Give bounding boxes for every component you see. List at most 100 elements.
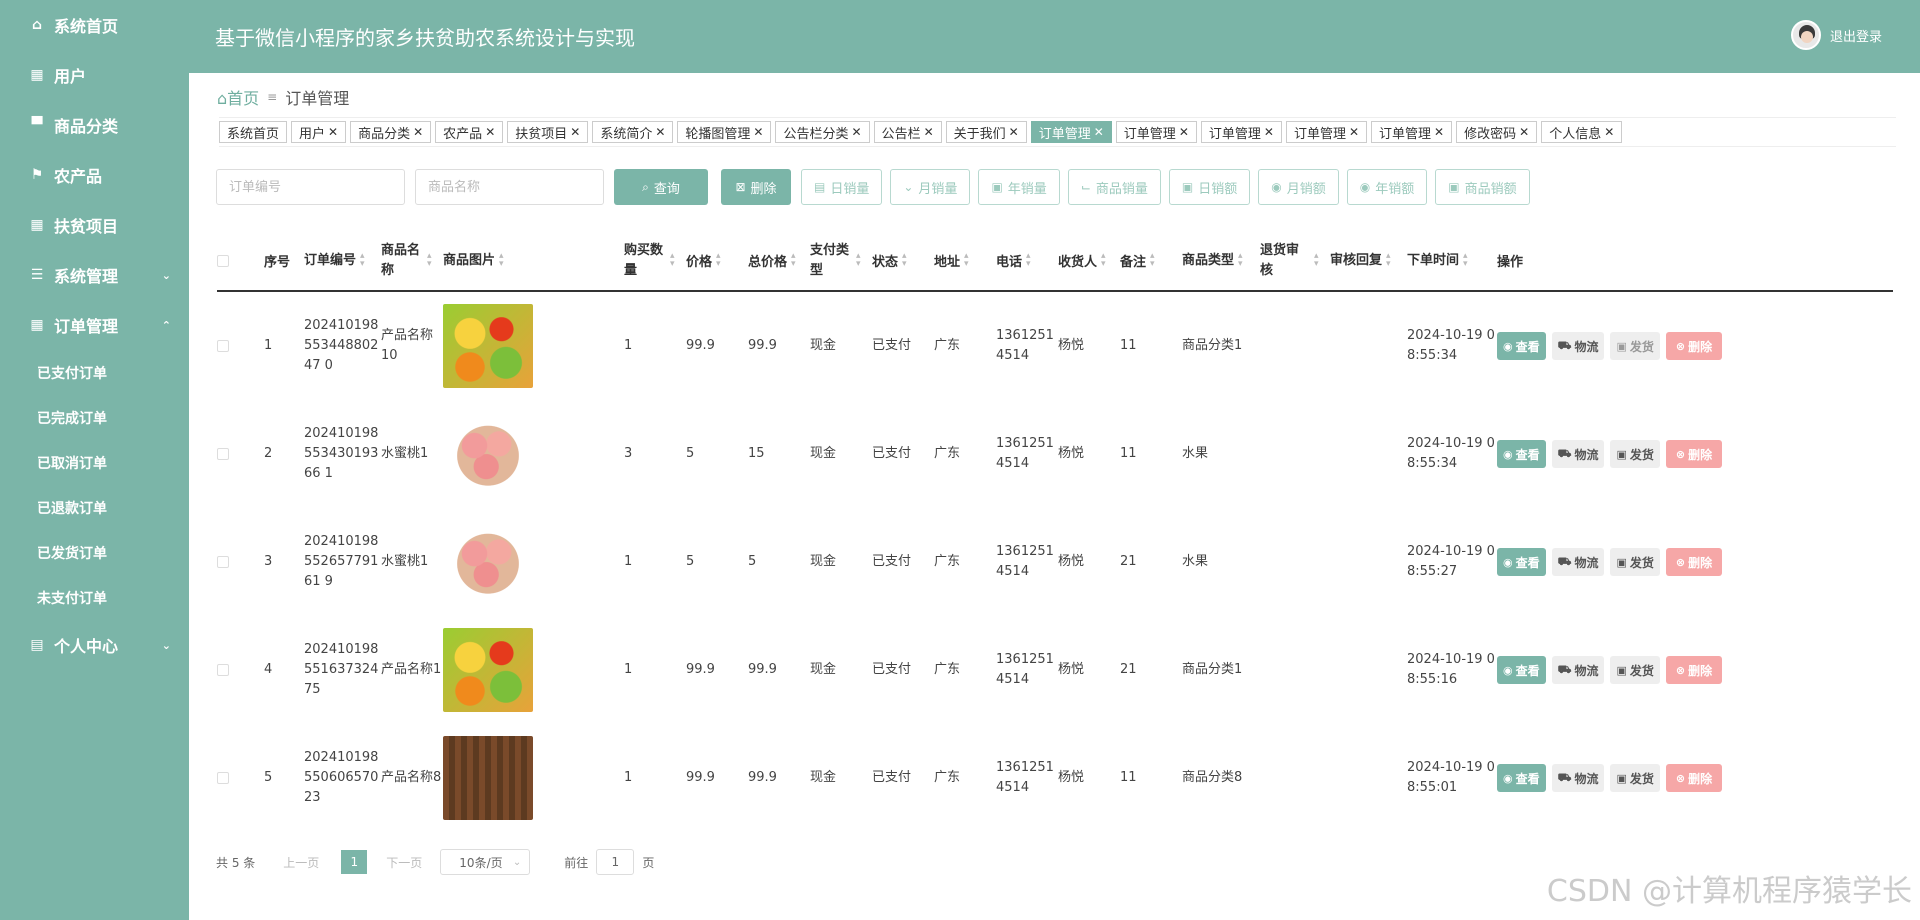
- tag-15[interactable]: 修改密码 ✕: [1456, 121, 1538, 143]
- logistics-button[interactable]: ⛟ 物流: [1551, 764, 1605, 792]
- tag-7[interactable]: 公告栏分类 ✕: [775, 121, 870, 143]
- tag-2[interactable]: 商品分类 ✕: [350, 121, 432, 143]
- close-icon[interactable]: ✕: [1264, 125, 1274, 139]
- tag-3[interactable]: 农产品 ✕: [435, 121, 504, 143]
- view-button[interactable]: ◉ 查看: [1497, 332, 1546, 360]
- select-all-checkbox[interactable]: [217, 254, 264, 267]
- col-header-8[interactable]: 状态 ▴ ▾: [872, 251, 934, 270]
- row-checkbox[interactable]: [217, 556, 264, 568]
- tag-0[interactable]: 系统首页: [219, 121, 288, 143]
- tag-6[interactable]: 轮播图管理 ✕: [677, 121, 772, 143]
- close-icon[interactable]: ✕: [1434, 125, 1444, 139]
- batch-delete-button[interactable]: ⊠ 删除: [721, 169, 791, 205]
- product-name-input[interactable]: [415, 169, 604, 205]
- sort-icon[interactable]: ▴ ▾: [1101, 252, 1106, 268]
- delete-button[interactable]: ⊗ 删除: [1665, 764, 1723, 792]
- user-area[interactable]: 退出登录: [1790, 20, 1882, 50]
- sort-icon[interactable]: ▴ ▾: [670, 252, 675, 268]
- sidebar-subitem-2[interactable]: 已取消订单: [0, 440, 189, 485]
- page-size-select[interactable]: 10条/页 ⌄: [440, 849, 531, 875]
- close-icon[interactable]: ✕: [570, 125, 580, 139]
- col-header-6[interactable]: 总价格 ▴ ▾: [748, 251, 810, 270]
- close-icon[interactable]: ✕: [753, 125, 763, 139]
- tag-11[interactable]: 订单管理 ✕: [1115, 121, 1197, 143]
- delete-button[interactable]: ⊗ 删除: [1665, 656, 1723, 684]
- col-header-7[interactable]: 支付类型 ▴ ▾: [810, 241, 872, 281]
- logistics-button[interactable]: ⛟ 物流: [1551, 548, 1605, 576]
- sort-icon[interactable]: ▴ ▾: [1386, 252, 1391, 268]
- sidebar-subitem-1[interactable]: 已完成订单: [0, 395, 189, 440]
- logistics-button[interactable]: ⛟ 物流: [1551, 332, 1605, 360]
- sort-icon[interactable]: ▴ ▾: [1238, 252, 1243, 268]
- order-no-input[interactable]: [216, 169, 405, 205]
- tag-1[interactable]: 用户 ✕: [291, 121, 347, 143]
- tag-8[interactable]: 公告栏 ✕: [873, 121, 942, 143]
- sidebar-item-5[interactable]: ☰ 系统管理 ⌄: [0, 250, 189, 300]
- sidebar-subitem-0[interactable]: 已支付订单: [0, 350, 189, 395]
- stat-button-6[interactable]: ◉ 年销额: [1346, 169, 1428, 205]
- sort-icon[interactable]: ▴ ▾: [1150, 252, 1155, 268]
- ship-button[interactable]: ▣ 发货: [1610, 548, 1660, 576]
- sidebar-item-2[interactable]: ▀ 商品分类: [0, 100, 189, 150]
- col-header-10[interactable]: 电话 ▴ ▾: [996, 251, 1058, 270]
- breadcrumb-home[interactable]: ⌂首页: [217, 85, 259, 109]
- col-header-13[interactable]: 商品类型 ▴ ▾: [1182, 251, 1260, 271]
- view-button[interactable]: ◉ 查看: [1497, 548, 1546, 576]
- close-icon[interactable]: ✕: [1604, 125, 1614, 139]
- col-header-2[interactable]: 商品名称 ▴ ▾: [381, 241, 443, 281]
- stat-button-7[interactable]: ▣ 商品销额: [1435, 169, 1530, 205]
- ship-button[interactable]: ▣ 发货: [1610, 332, 1660, 360]
- ship-button[interactable]: ▣ 发货: [1610, 764, 1660, 792]
- logistics-button[interactable]: ⛟ 物流: [1551, 656, 1605, 684]
- close-icon[interactable]: ✕: [413, 125, 423, 139]
- avatar[interactable]: [1790, 20, 1821, 50]
- close-icon[interactable]: ✕: [485, 125, 495, 139]
- close-icon[interactable]: ✕: [655, 125, 665, 139]
- delete-button[interactable]: ⊗ 删除: [1665, 332, 1723, 360]
- tag-12[interactable]: 订单管理 ✕: [1200, 121, 1282, 143]
- sort-icon[interactable]: ▴ ▾: [499, 252, 504, 268]
- ship-button[interactable]: ▣ 发货: [1610, 656, 1660, 684]
- view-button[interactable]: ◉ 查看: [1497, 656, 1546, 684]
- tag-9[interactable]: 关于我们 ✕: [945, 121, 1027, 143]
- row-checkbox[interactable]: [217, 664, 264, 676]
- query-button[interactable]: ⌕ 查询: [614, 169, 708, 205]
- ship-button[interactable]: ▣ 发货: [1610, 440, 1660, 468]
- sort-icon[interactable]: ▴ ▾: [1463, 252, 1468, 268]
- close-icon[interactable]: ✕: [1009, 125, 1019, 139]
- view-button[interactable]: ◉ 查看: [1497, 764, 1546, 792]
- delete-button[interactable]: ⊗ 删除: [1665, 548, 1723, 576]
- tag-10[interactable]: 订单管理 ✕: [1030, 121, 1112, 143]
- logout-link[interactable]: 退出登录: [1830, 26, 1882, 45]
- tag-4[interactable]: 扶贫项目 ✕: [507, 121, 589, 143]
- row-checkbox[interactable]: [217, 340, 264, 352]
- pager-page[interactable]: 1: [341, 850, 368, 874]
- col-header-3[interactable]: 商品图片 ▴ ▾: [443, 251, 624, 271]
- stat-button-2[interactable]: ▣ 年销量: [978, 169, 1060, 205]
- pager-next[interactable]: 下一页: [386, 854, 422, 871]
- row-checkbox[interactable]: [217, 772, 264, 784]
- close-icon[interactable]: ✕: [1179, 125, 1189, 139]
- sort-icon[interactable]: ▴ ▾: [856, 252, 861, 268]
- sidebar-subitem-4[interactable]: 已发货订单: [0, 530, 189, 575]
- sidebar-item-7[interactable]: ▤ 个人中心 ⌄: [0, 620, 189, 670]
- stat-button-3[interactable]: ⌙ 商品销量: [1067, 169, 1161, 205]
- sort-icon[interactable]: ▴ ▾: [964, 252, 969, 268]
- row-checkbox[interactable]: [217, 448, 264, 460]
- sidebar-subitem-5[interactable]: 未支付订单: [0, 575, 189, 620]
- close-icon[interactable]: ✕: [852, 125, 862, 139]
- sort-icon[interactable]: ▴ ▾: [427, 252, 432, 268]
- stat-button-0[interactable]: ▤ 日销量: [801, 169, 883, 205]
- close-icon[interactable]: ✕: [1519, 125, 1529, 139]
- col-header-5[interactable]: 价格 ▴ ▾: [686, 251, 748, 270]
- sort-icon[interactable]: ▴ ▾: [1026, 252, 1031, 268]
- col-header-4[interactable]: 购买数量 ▴ ▾: [624, 241, 686, 281]
- col-header-14[interactable]: 退货审核 ▴ ▾: [1260, 241, 1330, 281]
- logistics-button[interactable]: ⛟ 物流: [1551, 440, 1605, 468]
- col-header-11[interactable]: 收货人 ▴ ▾: [1058, 251, 1120, 270]
- col-header-15[interactable]: 审核回复 ▴ ▾: [1330, 251, 1407, 271]
- col-header-9[interactable]: 地址 ▴ ▾: [934, 251, 996, 270]
- col-header-1[interactable]: 订单编号 ▴ ▾: [304, 251, 381, 271]
- pager-prev[interactable]: 上一页: [283, 854, 319, 871]
- sidebar-item-1[interactable]: ▦ 用户: [0, 50, 189, 100]
